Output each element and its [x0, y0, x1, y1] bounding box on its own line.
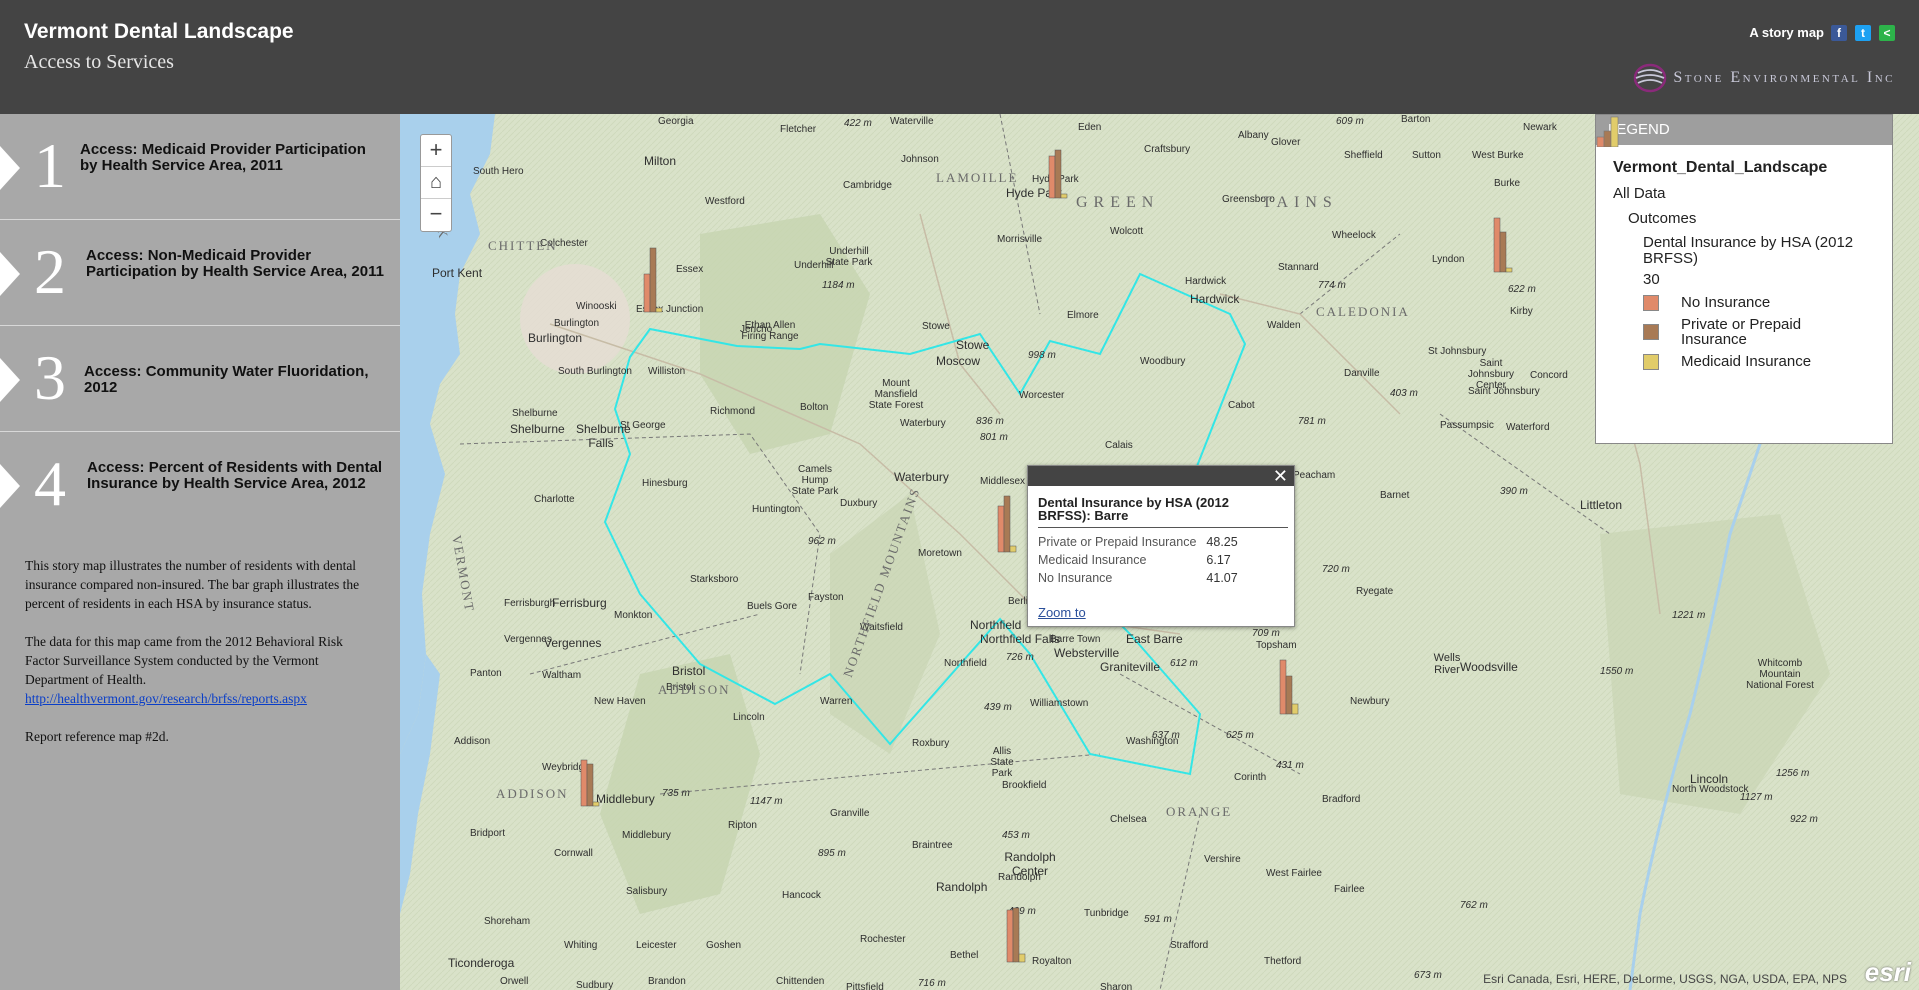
- hsa-bar-symbol[interactable]: [1048, 149, 1068, 199]
- legend-item: Private or Prepaid Insurance: [1643, 317, 1892, 347]
- legend-subgroup: Outcomes: [1628, 210, 1697, 227]
- attribute-value: 41.07: [1206, 571, 1238, 585]
- zoom-controls: + ⌂ −: [420, 134, 452, 232]
- info-popup: ✕ Dental Insurance by HSA (2012 BRFSS): …: [1027, 465, 1295, 627]
- legend-panel: LEGEND Vermont_Dental_Landscape All Data…: [1595, 114, 1893, 444]
- legend-layer-title: Vermont_Dental_Landscape: [1613, 159, 1828, 176]
- legend-item-label: Private or Prepaid Insurance: [1681, 316, 1802, 348]
- section-label: Access: Community Water Fluoridation, 20…: [84, 363, 369, 396]
- medicaid-insurance-swatch-icon: [1643, 353, 1659, 370]
- attribute-label: Medicaid Insurance: [1038, 553, 1147, 567]
- zoom-in-button[interactable]: +: [421, 135, 451, 167]
- section-arrow-icon: [0, 146, 20, 190]
- company-logo[interactable]: Stone Environmental Inc: [1633, 62, 1895, 94]
- sidebar: 1 Access: Medicaid Provider Participatio…: [0, 114, 400, 990]
- attribute-row: No Insurance 41.07: [1038, 569, 1238, 587]
- logo-mark-icon: [1634, 63, 1667, 93]
- logo-text: Stone Environmental Inc: [1673, 69, 1895, 86]
- section-4[interactable]: 4 Access: Percent of Residents with Dent…: [0, 432, 400, 538]
- bar-chart-icon: [1596, 116, 1619, 147]
- description-paragraph: The data for this map came from the 2012…: [25, 634, 343, 687]
- popup-attributes: Private or Prepaid Insurance 48.25 Medic…: [1038, 533, 1238, 587]
- popup-divider: [1038, 527, 1288, 528]
- facebook-icon[interactable]: f: [1831, 25, 1847, 41]
- close-icon[interactable]: ✕: [1273, 466, 1288, 486]
- description-paragraph: This story map illustrates the number of…: [25, 558, 360, 611]
- story-map-label: A story map: [1749, 25, 1824, 40]
- hsa-bar-symbol[interactable]: [1279, 659, 1299, 715]
- home-button[interactable]: ⌂: [421, 167, 451, 199]
- hsa-bar-symbol[interactable]: [643, 247, 663, 313]
- section-number: 2: [34, 236, 66, 307]
- section-number: 1: [34, 130, 66, 201]
- hsa-bar-symbol[interactable]: [1006, 907, 1026, 963]
- hsa-bar-symbol[interactable]: [580, 759, 600, 807]
- app-title: Vermont Dental Landscape: [24, 20, 294, 43]
- esri-logo[interactable]: esri: [1865, 957, 1911, 988]
- section-1[interactable]: 1 Access: Medicaid Provider Participatio…: [0, 114, 400, 220]
- legend-size-value: 30: [1643, 271, 1660, 288]
- section-arrow-icon: [0, 358, 20, 402]
- zoom-to-link[interactable]: Zoom to: [1038, 605, 1086, 620]
- attribute-row: Private or Prepaid Insurance 48.25: [1038, 533, 1238, 551]
- hsa-bar-symbol[interactable]: [997, 495, 1017, 553]
- legend-item-label: Medicaid Insurance: [1681, 353, 1812, 370]
- section-label: Access: Medicaid Provider Participation …: [80, 141, 366, 174]
- section-label: Access: Percent of Residents with Dental…: [87, 459, 383, 492]
- attribute-value: 48.25: [1206, 535, 1238, 549]
- attribute-value: 6.17: [1206, 553, 1231, 567]
- attribute-label: No Insurance: [1038, 571, 1113, 585]
- legend-sublayer-title: Dental Insurance by HSA (2012 BRFSS): [1643, 234, 1854, 267]
- no-insurance-swatch-icon: [1643, 294, 1659, 311]
- zoom-out-button[interactable]: −: [421, 199, 451, 231]
- hsa-bar-symbol[interactable]: [1493, 217, 1513, 273]
- map-view[interactable]: Georgia Fletcher Waterville Eden Craftsb…: [400, 114, 1919, 990]
- app-subtitle: Access to Services: [24, 51, 174, 73]
- legend-group: All Data: [1613, 185, 1666, 202]
- section-arrow-icon: [0, 252, 20, 296]
- description-paragraph: Report reference map #2d.: [25, 729, 169, 744]
- share-icon[interactable]: <: [1879, 25, 1895, 41]
- legend-header[interactable]: LEGEND: [1596, 115, 1892, 145]
- header: Vermont Dental Landscape Access to Servi…: [0, 0, 1919, 114]
- popup-title: Dental Insurance by HSA (2012 BRFSS): Ba…: [1038, 495, 1229, 523]
- section-2[interactable]: 2 Access: Non-Medicaid Provider Particip…: [0, 220, 400, 326]
- legend-item: Medicaid Insurance: [1643, 353, 1892, 370]
- attribute-row: Medicaid Insurance 6.17: [1038, 551, 1238, 569]
- popup-titlebar: ✕: [1028, 466, 1294, 486]
- legend-size-item: 30: [1596, 116, 1892, 288]
- section-number: 4: [34, 448, 66, 519]
- private-insurance-swatch-icon: [1643, 324, 1659, 340]
- story-description: This story map illustrates the number of…: [25, 556, 380, 765]
- section-number: 3: [34, 342, 66, 413]
- legend-item: No Insurance: [1643, 294, 1892, 311]
- section-arrow-icon: [0, 464, 20, 508]
- section-label: Access: Non-Medicaid Provider Participat…: [86, 247, 384, 280]
- twitter-icon[interactable]: t: [1855, 25, 1871, 41]
- attribute-label: Private or Prepaid Insurance: [1038, 535, 1197, 549]
- section-3[interactable]: 3 Access: Community Water Fluoridation, …: [0, 326, 400, 432]
- legend-body: Vermont_Dental_Landscape All Data Outcom…: [1596, 116, 1892, 370]
- map-attribution: Esri Canada, Esri, HERE, DeLorme, USGS, …: [1483, 972, 1847, 986]
- legend-item-label: No Insurance: [1681, 294, 1771, 311]
- brfss-report-link[interactable]: http://healthvermont.gov/research/brfss/…: [25, 691, 307, 706]
